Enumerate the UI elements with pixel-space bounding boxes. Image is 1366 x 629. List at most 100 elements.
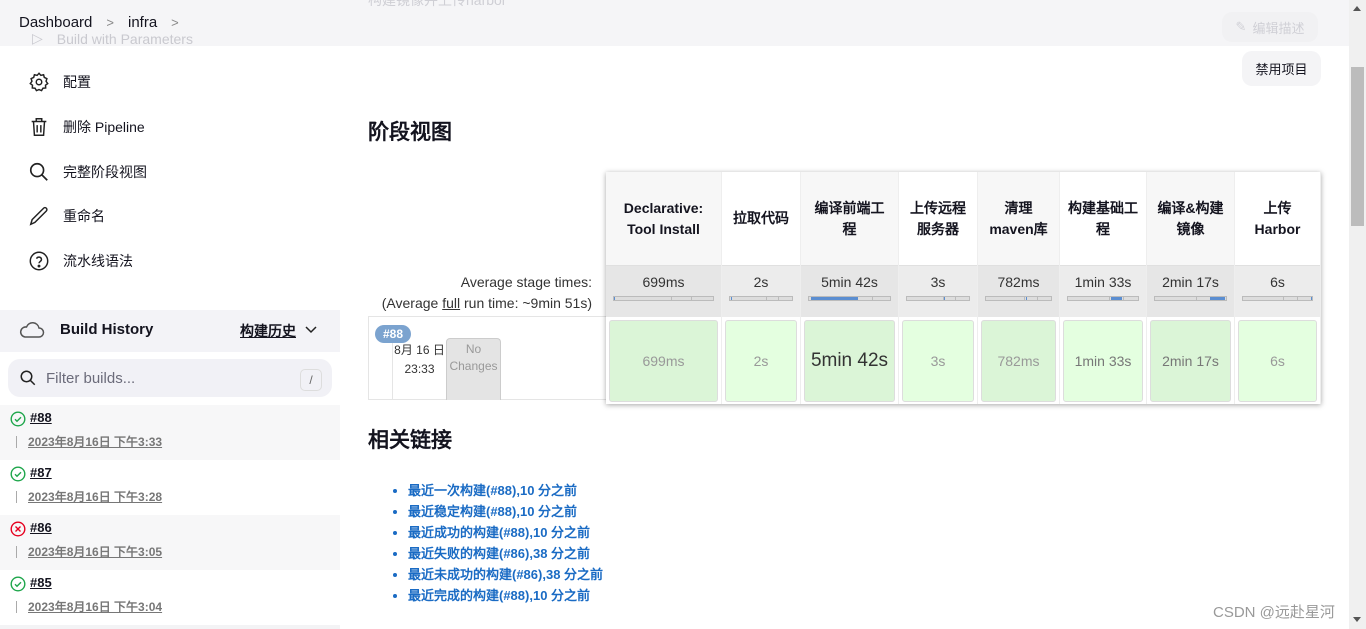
stage-cell-success[interactable]: 5min 42s <box>804 320 895 402</box>
stage-average: 782ms <box>978 265 1059 317</box>
stage-column: 拉取代码 2s 2s <box>722 172 801 404</box>
build-date-link[interactable]: 2023年8月16日 下午3:05 <box>28 543 162 560</box>
build-date-link[interactable]: 2023年8月16日 下午3:33 <box>28 433 162 450</box>
last-completed-build-link[interactable]: 最近完成的构建(#88),10 分之前 <box>408 588 590 603</box>
last-failed-build-link[interactable]: 最近失败的构建(#86),38 分之前 <box>408 546 590 561</box>
success-icon <box>10 466 26 482</box>
stage-cell-success[interactable]: 3s <box>902 320 974 402</box>
scroll-up-arrow-icon[interactable] <box>1353 6 1361 11</box>
full-run-time-link[interactable]: full <box>442 295 460 311</box>
track-tick <box>872 297 874 300</box>
filter-builds: / <box>8 359 332 397</box>
build-date-link[interactable]: 2023年8月16日 下午3:04 <box>28 598 162 615</box>
disable-project-button[interactable]: 禁用项目 <box>1242 51 1321 86</box>
scrollbar-thumb[interactable] <box>1351 67 1364 226</box>
sidebar-item-configure[interactable]: 配置 <box>28 71 91 93</box>
stage-header: 构建基础工程 <box>1068 199 1138 237</box>
stage-progress-fill <box>810 297 858 300</box>
track-tick <box>1023 297 1025 300</box>
stage-average: 2min 17s <box>1147 265 1234 317</box>
no-changes-box[interactable]: No Changes <box>446 338 501 400</box>
sidebar-item-delete-pipeline[interactable]: 删除 Pipeline <box>28 116 145 138</box>
stage-progress-track <box>1154 296 1227 301</box>
stage-cell-success[interactable]: 2s <box>725 320 797 402</box>
chevron-right-icon[interactable]: > <box>171 15 179 30</box>
related-links-title: 相关链接 <box>368 429 452 452</box>
stage-cell-success[interactable]: 2min 17s <box>1150 320 1231 402</box>
stage-average: 3s <box>899 265 977 317</box>
edit-description-button[interactable]: ✎ 编辑描述 <box>1222 12 1318 42</box>
link-item: 最近完成的构建(#88),10 分之前 <box>408 585 603 606</box>
stage-cell-success[interactable]: 782ms <box>981 320 1056 402</box>
sidebar-item-rename[interactable]: 重命名 <box>28 205 105 227</box>
stage-progress-fill <box>614 297 616 300</box>
stage-column: 构建基础工程 1min 33s 1min 33s <box>1060 172 1147 404</box>
track-tick <box>1296 297 1298 300</box>
breadcrumb-dashboard[interactable]: Dashboard <box>19 14 92 31</box>
breadcrumb-infra[interactable]: infra <box>128 14 157 31</box>
last-successful-build-link[interactable]: 最近成功的构建(#88),10 分之前 <box>408 525 590 540</box>
stage-progress-fill <box>1111 297 1122 300</box>
build-date-link[interactable]: 2023年8月16日 下午3:28 <box>28 488 162 505</box>
build-number-link[interactable]: #86 <box>30 520 52 535</box>
last-stable-build-link[interactable]: 最近稳定构建(#88),10 分之前 <box>408 504 577 519</box>
stage-cell-success[interactable]: 6s <box>1238 320 1317 402</box>
link-item: 最近未成功的构建(#86),38 分之前 <box>408 564 603 585</box>
link-item: 最近稳定构建(#88),10 分之前 <box>408 501 603 522</box>
pencil-icon: ✎ <box>1235 19 1247 34</box>
build-number-link[interactable]: #88 <box>30 410 52 425</box>
build-history-title: Build History <box>60 321 154 338</box>
stage-progress-track <box>729 296 793 301</box>
stage-average-time: 1min 33s <box>1074 274 1132 290</box>
stage-cell-success[interactable]: 699ms <box>609 320 718 402</box>
stage-column: 编译前端工程 5min 42s 5min 42s <box>801 172 899 404</box>
build-row[interactable]: #86 2023年8月16日 下午3:05 <box>0 515 340 570</box>
build-with-parameters-link[interactable]: ▷ Build with Parameters <box>32 30 193 47</box>
track-tick <box>778 297 780 300</box>
track-tick <box>955 297 957 300</box>
vertical-scrollbar[interactable] <box>1349 0 1366 629</box>
build-row[interactable]: #88 2023年8月16日 下午3:33 <box>0 405 340 460</box>
track-tick <box>1122 297 1124 300</box>
stage-cell-success[interactable]: 1min 33s <box>1063 320 1143 402</box>
stage-header: 编译&构建镜像 <box>1147 172 1234 265</box>
track-tick <box>1036 297 1038 300</box>
gear-icon <box>29 72 49 92</box>
stage-average: 5min 42s <box>801 265 898 317</box>
scroll-down-arrow-icon[interactable] <box>1353 617 1361 622</box>
build-badge[interactable]: #88 <box>375 325 411 343</box>
build-row[interactable]: #87 2023年8月16日 下午3:28 <box>0 460 340 515</box>
stage-average: 1min 33s <box>1060 265 1146 317</box>
stage-header: Declarative: Tool Install <box>606 172 721 265</box>
link-item: 最近一次构建(#88),10 分之前 <box>408 480 603 501</box>
sidebar-item-full-stage-view[interactable]: 完整阶段视图 <box>28 161 147 183</box>
stage-average-time: 5min 42s <box>821 274 878 290</box>
search-icon <box>20 370 36 386</box>
last-unsuccessful-build-link[interactable]: 最近未成功的构建(#86),38 分之前 <box>408 567 603 582</box>
stage-column: 上传Harbor 6s 6s <box>1235 172 1321 404</box>
track-tick <box>671 297 673 300</box>
search-icon <box>29 162 48 181</box>
last-build-link[interactable]: 最近一次构建(#88),10 分之前 <box>408 483 577 498</box>
play-icon: ▷ <box>32 30 43 46</box>
chevron-down-icon[interactable] <box>305 324 317 334</box>
divider <box>0 625 340 629</box>
keyboard-shortcut-hint: / <box>300 369 322 391</box>
track-tick <box>1108 297 1110 300</box>
sidebar-item-pipeline-syntax[interactable]: 流水线语法 <box>28 250 133 272</box>
build-row[interactable]: #85 2023年8月16日 下午3:04 <box>0 570 340 625</box>
chevron-right-icon[interactable]: > <box>106 15 114 30</box>
filter-builds-input[interactable] <box>46 367 286 389</box>
build-number-link[interactable]: #85 <box>30 575 52 590</box>
build-number-link[interactable]: #87 <box>30 465 52 480</box>
stage-average-time: 3s <box>930 274 946 290</box>
build-history-link[interactable]: 构建历史 <box>240 321 296 341</box>
divider <box>16 546 17 558</box>
stage-header: 清理maven库 <box>978 172 1059 265</box>
stage-progress-fill <box>1311 297 1313 300</box>
stage-progress-track <box>1067 296 1139 301</box>
page: 构建镜像并上传harbor ▷ Build with Parameters ✎ … <box>0 0 1366 629</box>
stage-header: 编译前端工程 <box>801 172 898 265</box>
stage-column: 清理maven库 782ms 782ms <box>978 172 1060 404</box>
help-icon <box>29 251 49 271</box>
